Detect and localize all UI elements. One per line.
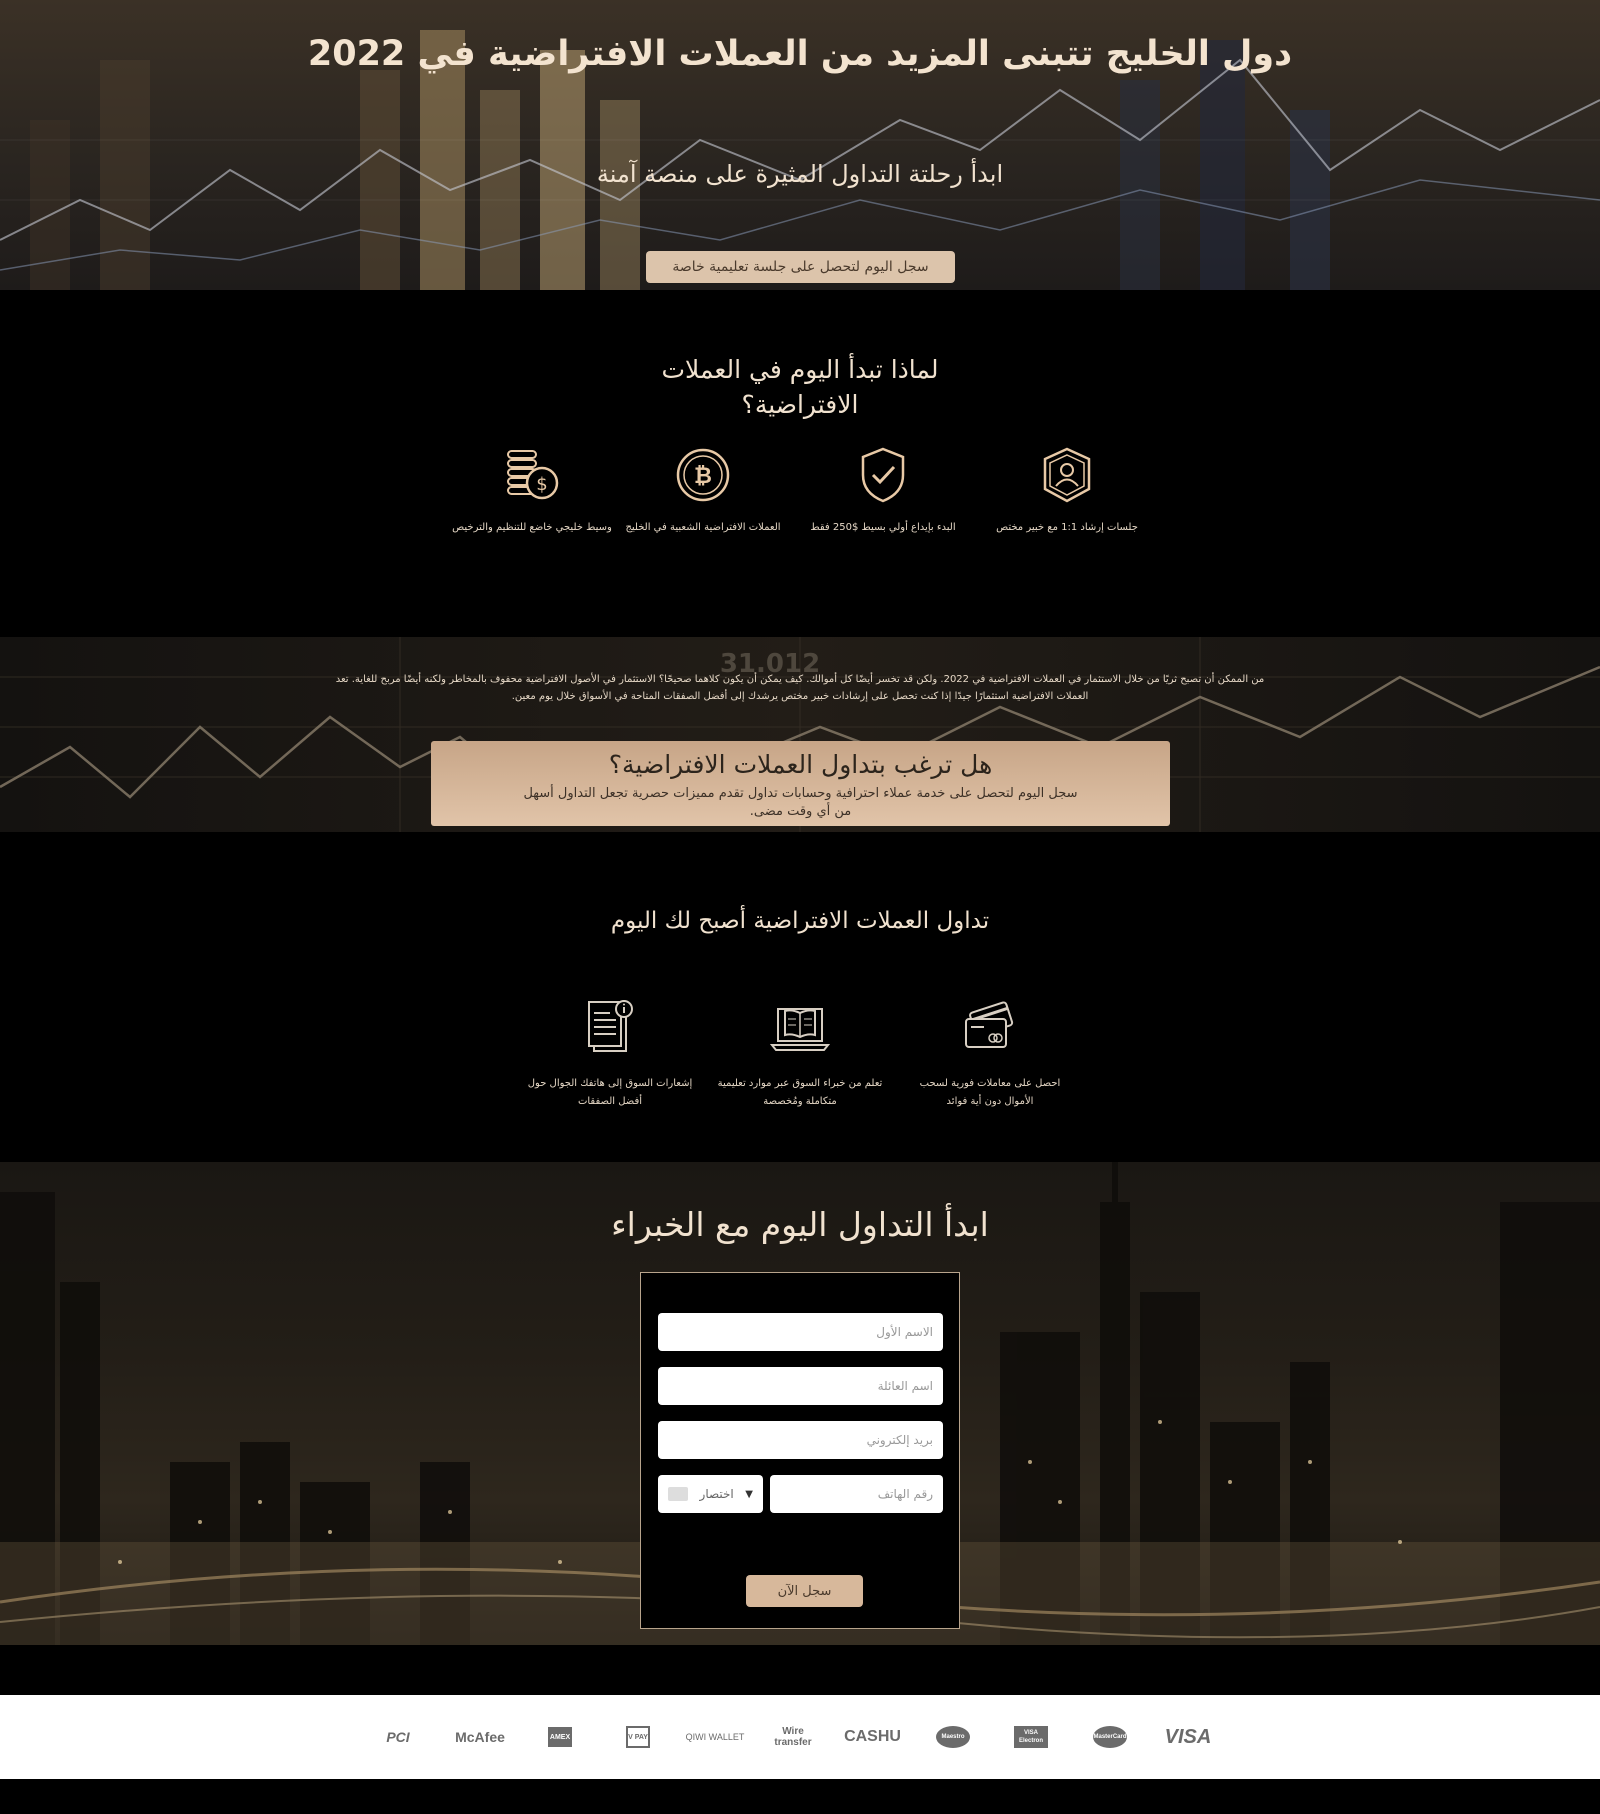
flag-icon xyxy=(668,1487,688,1501)
bitcoin-coin-icon: ₿ xyxy=(676,448,730,502)
first-name-input[interactable]: الاسم الأول xyxy=(658,1313,943,1351)
check-shield-icon xyxy=(861,447,905,503)
feature-label: وسيط خليجي خاضع للتنظيم والترخيص xyxy=(452,522,612,533)
submit-button[interactable]: سجل الآن xyxy=(746,1575,863,1607)
amex-logo: AMEX xyxy=(548,1727,572,1747)
chevron-down-icon: ▼ xyxy=(745,1488,753,1500)
email-input[interactable]: بريد إلكتروني xyxy=(658,1421,943,1459)
mastercard-logo: MasterCard xyxy=(1093,1726,1127,1748)
prefix-label: اختصار xyxy=(699,1487,734,1501)
hero-cta-button[interactable]: سجل اليوم لتحصل على جلسة تعليمية خاصة xyxy=(646,251,955,283)
feature-expert-sessions: جلسات إرشاد 1:1 مع خبير مختص xyxy=(982,445,1152,536)
feature-popular-crypto: ₿ العملات الافتراضية الشعبية في الخليج xyxy=(618,445,788,536)
banner-cta-text: سجل اليوم لتحصل على خدمة عملاء احترافية … xyxy=(523,786,1078,819)
country-prefix-select[interactable]: ▼ اختصار xyxy=(658,1475,763,1513)
hero-section: دول الخليج تتبنى المزيد من العملات الافت… xyxy=(0,0,1600,290)
svg-text:$: $ xyxy=(536,474,547,495)
last-name-input[interactable]: اسم العائلة xyxy=(658,1367,943,1405)
feature-min-deposit: البدء بإيداع أولي بسيط $250 فقط xyxy=(798,445,968,536)
feature-label: العملات الافتراضية الشعبية في الخليج xyxy=(625,522,781,533)
feature-label: إشعارات السوق إلى هاتفك الجوال حول أفضل … xyxy=(527,1078,693,1107)
expert-shield-icon xyxy=(1043,447,1091,503)
trade-section: تداول العملات الافتراضية أصبح لك اليوم ا… xyxy=(0,832,1600,1162)
hero-title: دول الخليج تتبنى المزيد من العملات الافت… xyxy=(307,34,1293,74)
vpay-logo: V PAY xyxy=(626,1726,650,1748)
feature-label: تعلم من خبراء السوق عبر موارد تعليمية مت… xyxy=(717,1078,883,1107)
credit-card-icon xyxy=(965,1001,1014,1048)
info-banner: 31.012 من الممكن أن تصبح ثريًا من خلال ا… xyxy=(0,637,1600,832)
laptop-book-icon xyxy=(769,1008,831,1051)
feature-learn-experts: تعلم من خبراء السوق عبر موارد تعليمية مت… xyxy=(715,997,885,1111)
wire-transfer-logo: Wire transfer xyxy=(774,1726,812,1748)
feature-label: البدء بإيداع أولي بسيط $250 فقط xyxy=(810,522,956,533)
feature-market-alerts: إشعارات السوق إلى هاتفك الجوال حول أفضل … xyxy=(525,997,695,1111)
banner-paragraph: من الممكن أن تصبح ثريًا من خلال الاستثما… xyxy=(335,674,1265,702)
registration-section: ابدأ التداول اليوم مع الخبراء الاسم الأو… xyxy=(0,1162,1600,1645)
feature-instant-withdrawals: احصل على معاملات فورية لسحب الأموال دون … xyxy=(905,997,1075,1111)
cashu-logo: CASHU xyxy=(844,1728,901,1745)
visa-electron-logo: VISA Electron xyxy=(1014,1726,1048,1748)
why-title: لماذا تبدأ اليوم في العملات الافتراضية؟ xyxy=(661,355,939,419)
trade-title: تداول العملات الافتراضية أصبح لك اليوم xyxy=(610,908,990,934)
mcafee-logo: McAfee xyxy=(455,1729,505,1745)
page-bottom-bar xyxy=(0,1779,1600,1814)
pci-logo: PCI xyxy=(386,1729,410,1745)
document-info-icon xyxy=(588,1000,633,1052)
registration-form: الاسم الأول اسم العائلة بريد إلكتروني رق… xyxy=(640,1272,960,1629)
svg-text:₿: ₿ xyxy=(694,464,712,489)
banner-cta-title: هل ترغب بتداول العملات الافتراضية؟ xyxy=(608,750,993,779)
form-title: ابدأ التداول اليوم مع الخبراء xyxy=(611,1205,989,1244)
feature-label: جلسات إرشاد 1:1 مع خبير مختص xyxy=(996,522,1138,533)
feature-label: احصل على معاملات فورية لسحب الأموال دون … xyxy=(919,1078,1061,1107)
coin-stack-icon: $ xyxy=(507,450,559,500)
why-section: لماذا تبدأ اليوم في العملات الافتراضية؟ … xyxy=(0,290,1600,637)
visa-logo: VISA xyxy=(1164,1725,1212,1748)
section-divider xyxy=(0,1645,1600,1695)
qiwi-wallet-logo: QIWI WALLET xyxy=(685,1732,745,1742)
maestro-logo: Maestro xyxy=(936,1726,970,1748)
hero-subtitle: ابدأ رحلتة التداول المثيرة على منصة آمنة xyxy=(596,160,1004,188)
feature-regulated-broker: $ وسيط خليجي خاضع للتنظيم والترخيص xyxy=(447,445,617,536)
payment-methods-bar: PCI McAfee AMEX V PAY QIWI WALLET Wire t… xyxy=(0,1695,1600,1779)
phone-input[interactable]: رقم الهاتف xyxy=(770,1475,943,1513)
banner-cta-box[interactable]: هل ترغب بتداول العملات الافتراضية؟ سجل ا… xyxy=(431,741,1170,826)
